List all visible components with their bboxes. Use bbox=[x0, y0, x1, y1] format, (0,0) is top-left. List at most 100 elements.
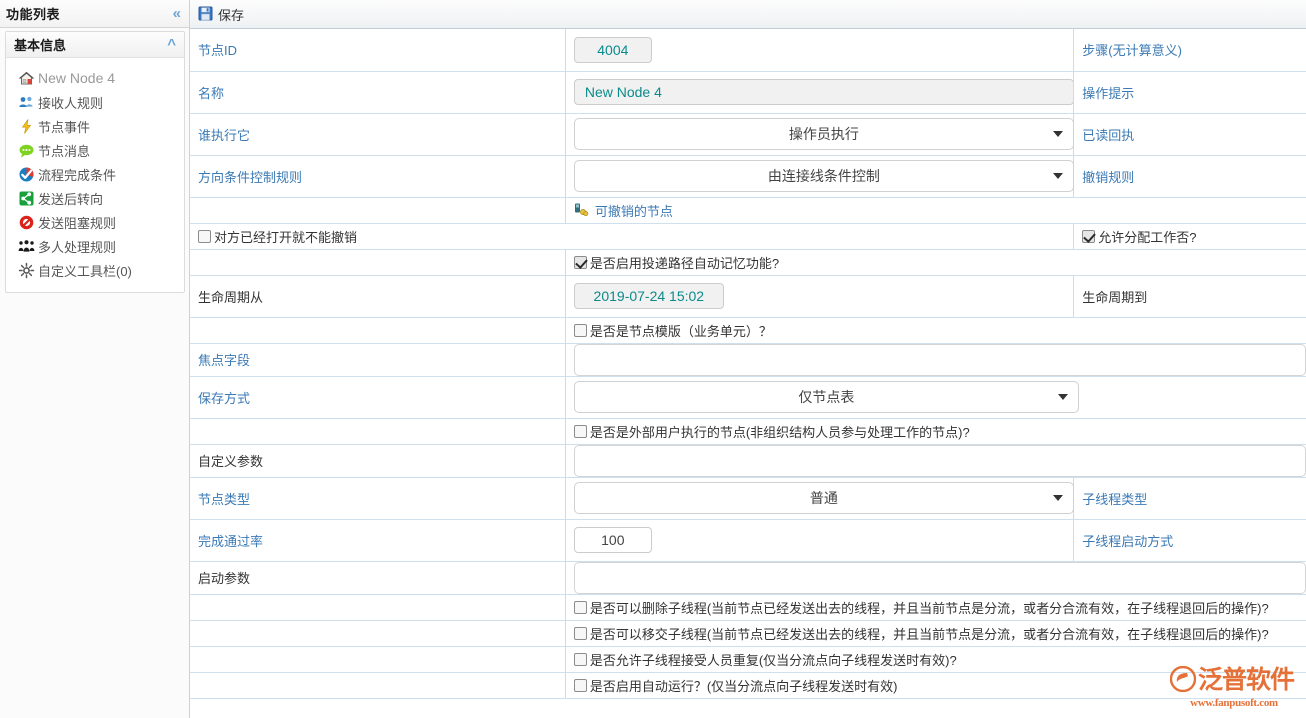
gear-icon bbox=[18, 262, 35, 279]
node-id-label: 节点ID bbox=[198, 43, 237, 58]
field-label-cell: 节点类型 bbox=[190, 477, 565, 519]
field-value-cell: 允许分配工作否? bbox=[1074, 223, 1306, 249]
basic-info-panel-title: 基本信息 bbox=[14, 35, 66, 54]
sidebar-title: 功能列表 bbox=[6, 4, 60, 23]
focus-field-label: 焦点字段 bbox=[198, 353, 250, 368]
field-label-cell: 子线程类型 bbox=[1074, 477, 1306, 519]
field-value-cell: 是否启用自动运行？(仅当分流点向子线程发送时有效) bbox=[565, 672, 1306, 698]
table-row: 是否是节点模版（业务单元）？ bbox=[190, 317, 1306, 343]
duplicate-receiver-checkbox[interactable] bbox=[574, 653, 587, 666]
cannot-revoke-label: 对方已经打开就不能撤销 bbox=[214, 227, 357, 246]
field-value-cell: 对方已经打开就不能撤销 bbox=[190, 223, 1074, 249]
node-type-select[interactable]: 普通 bbox=[574, 482, 1074, 514]
field-value-cell: 可撤销的节点 bbox=[565, 197, 1306, 223]
direction-rule-select[interactable]: 由连接线条件控制 bbox=[574, 160, 1074, 192]
external-user-checkbox-row[interactable]: 是否是外部用户执行的节点(非组织结构人员参与处理工作的节点)? bbox=[574, 422, 1306, 441]
transfer-subthread-checkbox-row[interactable]: 是否可以移交子线程(当前节点已经发送出去的线程，并且当前节点是分流，或者分合流有… bbox=[574, 624, 1306, 643]
pass-rate-input[interactable]: 100 bbox=[574, 527, 652, 553]
subthread-start-mode-label: 子线程启动方式 bbox=[1082, 534, 1173, 549]
share-icon bbox=[18, 190, 35, 207]
name-input[interactable]: New Node 4 bbox=[574, 79, 1074, 105]
field-label-cell bbox=[190, 418, 565, 444]
read-receipt-label: 已读回执 bbox=[1082, 128, 1134, 143]
sidebar-item-custom-toolbar[interactable]: 自定义工具栏(0) bbox=[6, 258, 184, 282]
check-circle-icon bbox=[18, 166, 35, 183]
node-id-input[interactable]: 4004 bbox=[574, 37, 652, 63]
is-template-label: 是否是节点模版（业务单元）？ bbox=[590, 321, 772, 340]
save-mode-select-value: 仅节点表 bbox=[798, 387, 854, 407]
delete-subthread-checkbox-row[interactable]: 是否可以删除子线程(当前节点已经发送出去的线程，并且当前节点是分流，或者分合流有… bbox=[574, 598, 1306, 617]
path-memory-checkbox-row[interactable]: 是否启用投递路径自动记忆功能? bbox=[574, 253, 1306, 272]
sidebar-item-redirect-after-send[interactable]: 发送后转向 bbox=[6, 186, 184, 210]
field-label-cell bbox=[190, 594, 565, 620]
cannot-revoke-checkbox[interactable] bbox=[198, 230, 211, 243]
sidebar-item-flow-complete-condition[interactable]: 流程完成条件 bbox=[6, 162, 184, 186]
cannot-revoke-checkbox-row[interactable]: 对方已经打开就不能撤销 bbox=[198, 227, 1073, 246]
auto-run-checkbox[interactable] bbox=[574, 679, 587, 692]
table-row: 生命周期从 2019-07-24 15:02 生命周期到 bbox=[190, 275, 1306, 317]
path-memory-checkbox[interactable] bbox=[574, 256, 587, 269]
field-value-cell bbox=[565, 561, 1306, 594]
table-row: 是否允许子线程接受人员重复(仅当分流点向子线程发送时有效)? bbox=[190, 646, 1306, 672]
sidebar-item-new-node-4[interactable]: New Node 4 bbox=[6, 66, 184, 90]
app-root: 功能列表 « 基本信息 ^ New bbox=[0, 0, 1306, 718]
field-value-cell: 4004 bbox=[565, 29, 1073, 71]
lifecycle-from-label: 生命周期从 bbox=[198, 290, 263, 305]
field-value-cell: 是否允许子线程接受人员重复(仅当分流点向子线程发送时有效)? bbox=[565, 646, 1306, 672]
allow-assign-checkbox-row[interactable]: 允许分配工作否? bbox=[1082, 227, 1306, 246]
field-value-cell: 是否是节点模版（业务单元）？ bbox=[565, 317, 1306, 343]
allow-assign-checkbox[interactable] bbox=[1082, 230, 1095, 243]
home-node-icon bbox=[18, 70, 35, 87]
sidebar-item-node-messages[interactable]: 节点消息 bbox=[6, 138, 184, 162]
table-row: 自定义参数 bbox=[190, 444, 1306, 477]
start-param-input[interactable] bbox=[574, 562, 1306, 594]
executor-select-value: 操作员执行 bbox=[789, 124, 859, 144]
start-param-label: 启动参数 bbox=[198, 571, 250, 586]
sidebar-item-send-block-rules[interactable]: 发送阻塞规则 bbox=[6, 210, 184, 234]
save-button[interactable]: 保存 bbox=[196, 3, 250, 26]
sidebar: 功能列表 « 基本信息 ^ New bbox=[0, 0, 190, 718]
chevron-down-icon bbox=[1053, 131, 1063, 137]
save-mode-select[interactable]: 仅节点表 bbox=[574, 381, 1079, 413]
sidebar-item-label: 发送后转向 bbox=[38, 189, 103, 208]
table-row: 是否可以删除子线程(当前节点已经发送出去的线程，并且当前节点是分流，或者分合流有… bbox=[190, 594, 1306, 620]
custom-param-label: 自定义参数 bbox=[198, 454, 263, 469]
sidebar-item-multi-person-rules[interactable]: 多人处理规则 bbox=[6, 234, 184, 258]
field-label-cell: 完成通过率 bbox=[190, 519, 565, 561]
auto-run-checkbox-row[interactable]: 是否启用自动运行？(仅当分流点向子线程发送时有效) bbox=[574, 676, 1306, 695]
external-user-checkbox[interactable] bbox=[574, 425, 587, 438]
lifecycle-from-input[interactable]: 2019-07-24 15:02 bbox=[574, 283, 724, 309]
field-value-cell bbox=[565, 343, 1306, 376]
delete-subthread-checkbox[interactable] bbox=[574, 601, 587, 614]
field-label-cell: 生命周期到 bbox=[1074, 275, 1306, 317]
sidebar-item-label: 节点事件 bbox=[38, 117, 90, 136]
sidebar-item-node-events[interactable]: 节点事件 bbox=[6, 114, 184, 138]
allow-assign-label: 允许分配工作否? bbox=[1098, 227, 1196, 246]
executor-select[interactable]: 操作员执行 bbox=[574, 118, 1074, 150]
sidebar-item-label: 多人处理规则 bbox=[38, 237, 116, 256]
name-label: 名称 bbox=[198, 86, 224, 101]
sidebar-item-receiver-rules[interactable]: 接收人规则 bbox=[6, 90, 184, 114]
basic-info-panel: 基本信息 ^ New Node 4 bbox=[5, 31, 185, 293]
custom-param-input[interactable] bbox=[574, 445, 1306, 477]
field-value-cell: 是否可以删除子线程(当前节点已经发送出去的线程，并且当前节点是分流，或者分合流有… bbox=[565, 594, 1306, 620]
is-template-checkbox-row[interactable]: 是否是节点模版（业务单元）？ bbox=[574, 321, 1306, 340]
chevron-up-icon[interactable]: ^ bbox=[167, 37, 176, 52]
double-chevron-left-icon[interactable]: « bbox=[173, 6, 181, 21]
table-row: 节点ID 4004 步骤(无计算意义) bbox=[190, 29, 1306, 71]
table-row: 方向条件控制规则 由连接线条件控制 撤销规则 bbox=[190, 155, 1306, 197]
direction-rule-select-value: 由连接线条件控制 bbox=[768, 166, 880, 186]
revocable-node-link[interactable]: 可撤销的节点 bbox=[574, 201, 1306, 220]
is-template-checkbox[interactable] bbox=[574, 324, 587, 337]
transfer-subthread-checkbox[interactable] bbox=[574, 627, 587, 640]
focus-field-input[interactable] bbox=[574, 344, 1306, 376]
field-value-cell: 是否是外部用户执行的节点(非组织结构人员参与处理工作的节点)? bbox=[565, 418, 1306, 444]
table-row: 是否可以移交子线程(当前节点已经发送出去的线程，并且当前节点是分流，或者分合流有… bbox=[190, 620, 1306, 646]
basic-info-panel-header[interactable]: 基本信息 ^ bbox=[6, 32, 184, 58]
external-user-label: 是否是外部用户执行的节点(非组织结构人员参与处理工作的节点)? bbox=[590, 422, 970, 441]
executor-label: 谁执行它 bbox=[198, 128, 250, 143]
duplicate-receiver-checkbox-row[interactable]: 是否允许子线程接受人员重复(仅当分流点向子线程发送时有效)? bbox=[574, 650, 1306, 669]
field-label-cell: 谁执行它 bbox=[190, 113, 565, 155]
field-value-cell: 仅节点表 bbox=[565, 376, 1306, 418]
field-label-cell: 方向条件控制规则 bbox=[190, 155, 565, 197]
